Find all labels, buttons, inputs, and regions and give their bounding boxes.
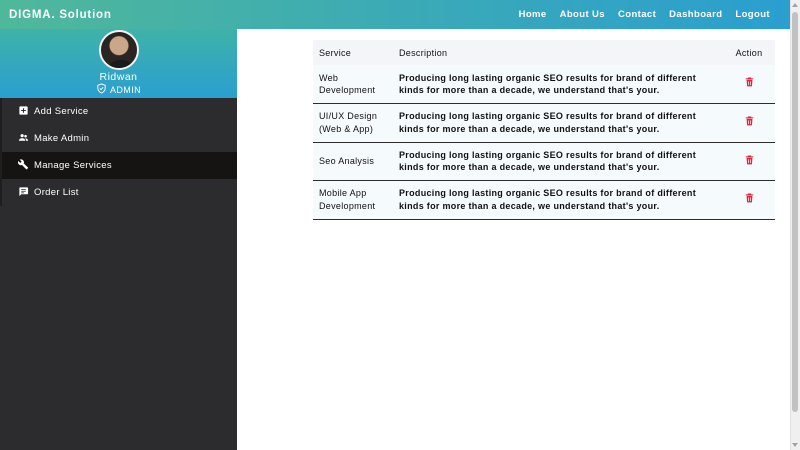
avatar: [98, 30, 139, 70]
role-label: ADMIN: [110, 84, 141, 95]
main-content: Service Description Action Web Developme…: [238, 29, 790, 450]
action-cell: [723, 142, 775, 181]
action-cell: [723, 65, 775, 104]
sidebar: Ridwan ADMIN Add Service Make Admin Mana…: [0, 29, 237, 450]
service-description: Producing long lasting organic SEO resul…: [399, 188, 697, 211]
table-row: Web Development Producing long lasting o…: [313, 65, 775, 104]
scroll-down-arrow-icon[interactable]: [792, 443, 798, 447]
shield-check-icon: [96, 83, 107, 96]
delete-button[interactable]: [745, 154, 754, 169]
column-header-service: Service: [319, 47, 352, 58]
trash-icon: [745, 193, 754, 207]
service-name: Web Development: [319, 72, 376, 96]
sidebar-item-label: Order List: [34, 187, 79, 198]
add-box-icon: [18, 105, 29, 119]
action-cell: [723, 104, 775, 143]
service-name: UI/UX Design (Web & App): [319, 111, 378, 134]
sidebar-item-make-admin[interactable]: Make Admin: [0, 125, 237, 152]
column-header-action: Action: [735, 47, 763, 58]
sidebar-item-order-list[interactable]: Order List: [0, 179, 237, 206]
trash-icon: [745, 154, 754, 169]
comment-list-icon: [18, 186, 29, 200]
table-row: UI/UX Design (Web & App) Producing long …: [313, 103, 775, 143]
profile-card: Ridwan ADMIN: [0, 29, 237, 98]
service-description: Producing long lasting organic SEO resul…: [399, 72, 697, 96]
sidebar-item-label: Make Admin: [34, 133, 90, 144]
nav-dashboard-link[interactable]: Dashboard: [669, 9, 722, 20]
main-nav: Home About Us Contact Dashboard Logout: [519, 9, 770, 20]
table-header-row: Service Description Action: [313, 40, 775, 65]
scroll-up-arrow-icon[interactable]: [792, 3, 798, 7]
service-description: Producing long lasting organic SEO resul…: [399, 149, 697, 173]
service-name: Mobile App Development: [319, 188, 376, 211]
nav-contact-link[interactable]: Contact: [618, 9, 656, 20]
sidebar-item-label: Manage Services: [34, 160, 112, 171]
sidebar-menu: Add Service Make Admin Manage Services O…: [0, 98, 237, 206]
delete-button[interactable]: [745, 193, 754, 207]
services-table: Service Description Action Web Developme…: [313, 40, 775, 220]
people-icon: [18, 132, 29, 146]
brand-logo[interactable]: DIGMA. Solution: [9, 9, 112, 21]
nav-logout-link[interactable]: Logout: [735, 9, 770, 20]
top-navbar: DIGMA. Solution Home About Us Contact Da…: [0, 0, 790, 29]
service-description: Producing long lasting organic SEO resul…: [399, 111, 697, 134]
column-header-description: Description: [399, 47, 448, 58]
wrench-icon: [17, 158, 29, 173]
delete-button[interactable]: [745, 77, 754, 91]
table-row: Seo Analysis Producing long lasting orga…: [313, 142, 775, 181]
page-scrollbar[interactable]: [790, 0, 800, 450]
profile-name: Ridwan: [99, 71, 138, 83]
delete-button[interactable]: [745, 116, 754, 130]
action-cell: [723, 181, 775, 220]
service-name: Seo Analysis: [319, 156, 375, 166]
profile-role: ADMIN: [96, 83, 141, 96]
nav-about-link[interactable]: About Us: [560, 9, 605, 20]
trash-icon: [745, 77, 754, 91]
trash-icon: [745, 116, 754, 130]
sidebar-item-label: Add Service: [34, 106, 89, 117]
table-row: Mobile App Development Producing long la…: [313, 180, 775, 220]
sidebar-item-add-service[interactable]: Add Service: [0, 98, 237, 125]
nav-home-link[interactable]: Home: [519, 9, 547, 20]
sidebar-item-manage-services[interactable]: Manage Services: [0, 152, 237, 179]
scrollbar-thumb[interactable]: [792, 12, 798, 412]
